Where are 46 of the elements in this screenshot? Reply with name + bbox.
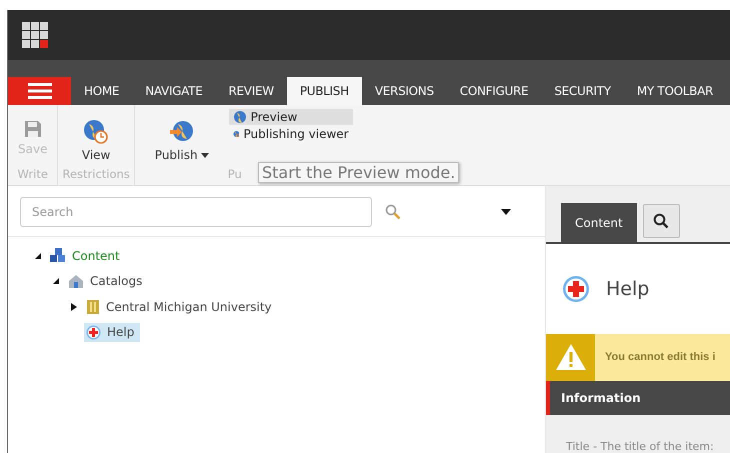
collapse-arrow-icon[interactable]	[52, 277, 60, 286]
house-icon	[68, 274, 84, 289]
collapse-arrow-icon[interactable]	[34, 252, 42, 260]
app-grid-logo[interactable]	[22, 22, 48, 48]
ribbon-tab[interactable]: NAVIGATE	[132, 77, 216, 105]
globe-icon	[232, 110, 247, 124]
menu-button[interactable]	[8, 77, 71, 105]
ribbon-tab[interactable]: SECURITY	[541, 77, 624, 105]
tree-item[interactable]: Catalogs	[66, 272, 148, 291]
menu-icon	[28, 83, 52, 99]
save-icon	[22, 119, 43, 139]
tree-item[interactable]: Help	[84, 322, 140, 342]
editor-tab[interactable]: Content	[561, 203, 637, 242]
group-label: Pu	[226, 167, 242, 183]
tree-item[interactable]: Content	[48, 246, 126, 266]
warning-icon	[554, 343, 586, 372]
search-icon	[653, 213, 670, 229]
search-field[interactable]: Search	[20, 197, 372, 227]
expand-arrow-icon[interactable]	[70, 302, 78, 311]
viewer-button[interactable]: Publishing viewer	[228, 126, 353, 142]
caret-icon	[200, 152, 209, 158]
globe-clock-icon	[83, 119, 110, 145]
help-icon	[86, 324, 101, 340]
search-button[interactable]	[642, 204, 680, 238]
group-label: Write	[18, 167, 48, 183]
field-label: Title - The title of the item:	[566, 440, 714, 453]
building-icon	[86, 299, 100, 314]
publish-button[interactable]: Publish	[148, 119, 215, 162]
ribbon-tab[interactable]: VERSIONS	[362, 77, 447, 105]
warning-message: You cannot edit this i	[604, 351, 716, 364]
group-label: Restrictions	[62, 167, 130, 183]
search-icon[interactable]	[385, 204, 401, 220]
view-button[interactable]: View	[76, 119, 116, 162]
ribbon-tab[interactable]: PUBLISH	[286, 77, 362, 105]
ribbon-tab[interactable]: CONFIGURE	[446, 77, 542, 105]
item-title: Help	[606, 278, 650, 300]
cubes-icon	[50, 248, 66, 264]
ribbon-tab[interactable]: REVIEW	[215, 77, 287, 105]
section-header[interactable]: Information	[546, 380, 730, 415]
ribbon-tab[interactable]: MY TOOLBAR	[624, 77, 726, 105]
ribbon-tab[interactable]: HOME	[71, 77, 132, 105]
preview-button[interactable]: Preview	[228, 109, 353, 125]
help-icon	[562, 274, 590, 303]
tooltip: Start the Preview mode.	[258, 162, 460, 183]
tree-item[interactable]: Central Michigan University	[84, 297, 278, 316]
dropdown-caret-icon[interactable]	[501, 209, 511, 215]
